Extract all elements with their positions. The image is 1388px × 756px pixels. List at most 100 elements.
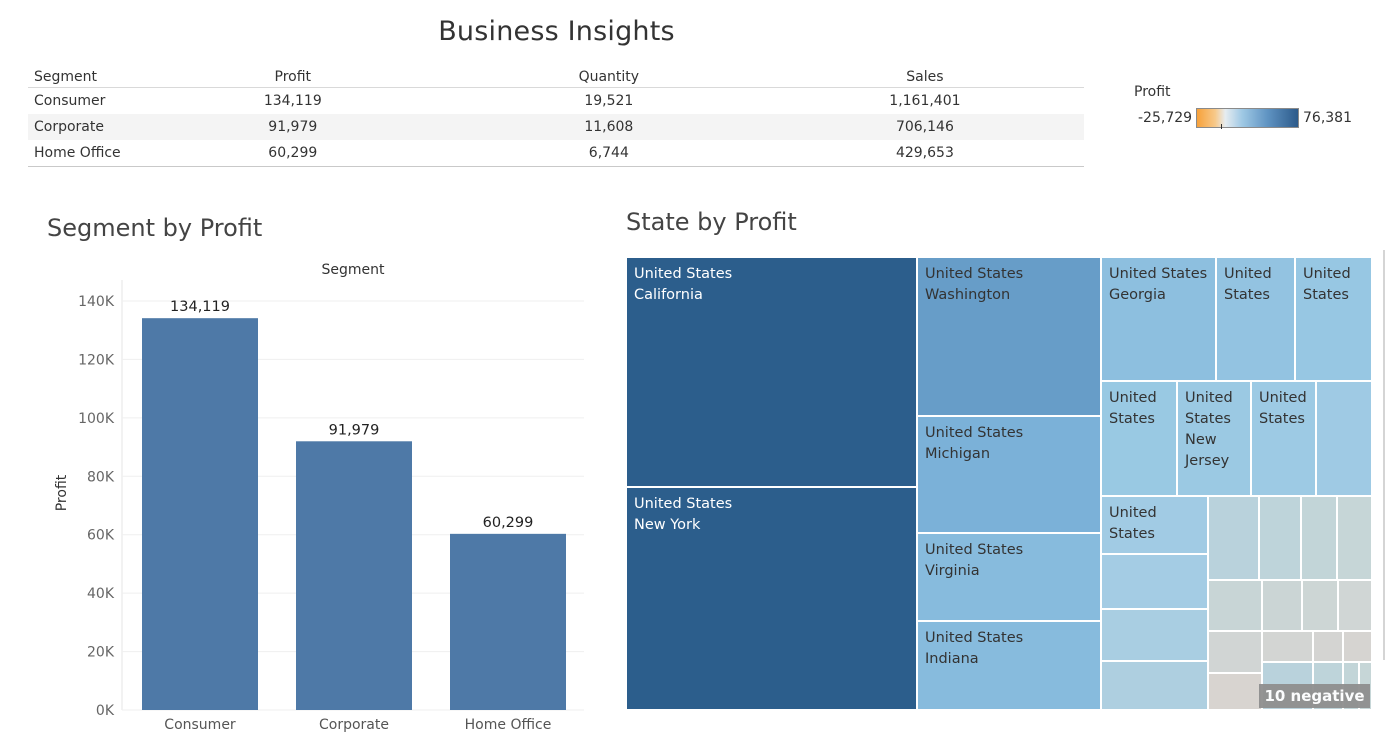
treemap-cell[interactable] — [1208, 580, 1262, 631]
x-tick-label: Consumer — [164, 717, 236, 733]
treemap-title: State by Profit — [626, 208, 797, 236]
treemap-cell-label: Virginia — [925, 563, 980, 579]
cell-sales: 1,161,401 — [889, 93, 961, 109]
treemap-cell[interactable] — [1208, 496, 1259, 580]
y-tick-label: 20K — [87, 645, 115, 661]
treemap-cell[interactable]: United States Virginia — [917, 533, 1101, 621]
treemap-cell-label: United States — [925, 542, 1024, 558]
x-tick-label: Corporate — [319, 717, 389, 733]
treemap-cell-label: United — [1224, 266, 1272, 282]
cell-segment: Consumer — [34, 93, 106, 109]
bar-value-label: 91,979 — [329, 422, 380, 438]
treemap-cell[interactable] — [1262, 580, 1302, 631]
header-spacer — [1024, 66, 1084, 88]
treemap-cell-label: United States — [925, 266, 1024, 282]
treemap-cell[interactable]: United States Georgia — [1101, 257, 1216, 381]
cell-sales: 706,146 — [825, 114, 1025, 140]
treemap-cell[interactable]: United States California — [626, 257, 917, 487]
treemap-cell[interactable] — [1262, 631, 1313, 662]
cell-segment: Home Office — [28, 140, 194, 167]
treemap-cell[interactable] — [1208, 631, 1262, 673]
summary-header-row: Segment Profit Quantity Sales — [28, 66, 1084, 88]
treemap-cell[interactable]: United States — [1251, 381, 1316, 496]
treemap-cell[interactable]: United States Michigan — [917, 416, 1101, 533]
treemap-cell-label: States — [1109, 526, 1155, 542]
header-sales[interactable]: Sales — [825, 66, 1025, 88]
y-tick-label: 0K — [96, 703, 115, 719]
header-profit[interactable]: Profit — [193, 66, 393, 88]
treemap-cell[interactable] — [1101, 609, 1208, 661]
treemap-cell[interactable]: United States — [1295, 257, 1372, 381]
legend-zero-tick — [1221, 124, 1222, 129]
treemap-cell-label: United States — [925, 630, 1024, 646]
cell-profit: 134,119 — [263, 93, 322, 109]
bar-chart-header: Segment — [322, 262, 386, 278]
bar-chart-title: Segment by Profit — [47, 214, 263, 242]
y-tick-label: 60K — [87, 528, 115, 544]
treemap-cell[interactable] — [1301, 496, 1337, 580]
treemap-cell-label: New York — [634, 517, 701, 533]
header-quantity[interactable]: Quantity — [392, 66, 826, 88]
cell-sales: 429,653 — [825, 140, 1025, 167]
treemap-cell[interactable] — [1338, 580, 1372, 631]
y-tick-label: 100K — [78, 411, 115, 427]
table-row[interactable]: Corporate 91,979 11,608 706,146 — [28, 114, 1084, 140]
treemap-cell[interactable] — [1208, 673, 1262, 710]
x-tick-label: Home Office — [465, 717, 552, 733]
panel-edge — [1383, 250, 1385, 660]
negative-values-badge[interactable]: 10 negative — [1259, 684, 1370, 708]
cell-quantity: 19,521 — [584, 93, 634, 109]
cell-quantity: 6,744 — [392, 140, 826, 167]
treemap-cell[interactable] — [1343, 631, 1372, 662]
treemap-cell-label: United States — [634, 496, 733, 512]
treemap-cell-label: California — [634, 287, 703, 303]
bar[interactable] — [450, 533, 566, 710]
treemap-cell[interactable]: United States Washington — [917, 257, 1101, 416]
treemap-cell-label: United — [1109, 390, 1157, 406]
bar[interactable] — [142, 318, 258, 710]
y-tick-label: 80K — [87, 469, 115, 485]
legend-min-label: -25,729 — [1138, 110, 1193, 126]
treemap-cell[interactable] — [1337, 496, 1372, 580]
treemap-cell[interactable]: United States New Jersey — [1177, 381, 1251, 496]
bar-value-label: 60,299 — [483, 515, 534, 531]
cell-spacer — [1024, 140, 1084, 167]
treemap-cell-label: United — [1259, 390, 1307, 406]
treemap-cell[interactable] — [1316, 381, 1372, 496]
y-tick-label: 140K — [78, 294, 115, 310]
table-row[interactable]: Home Office 60,299 6,744 429,653 — [28, 140, 1084, 167]
bar[interactable] — [296, 441, 412, 710]
treemap-cell-label: United States — [1109, 266, 1208, 282]
treemap-cell[interactable] — [1302, 580, 1338, 631]
treemap-cell-label: States — [1185, 411, 1231, 427]
treemap-cell-label: Michigan — [925, 446, 991, 462]
treemap-cell[interactable]: United States Indiana — [917, 621, 1101, 710]
treemap-cell[interactable] — [1313, 631, 1343, 662]
treemap-cell[interactable]: United States New York — [626, 487, 917, 710]
treemap-cell-label: Indiana — [925, 651, 979, 667]
cell-profit: 91,979 — [193, 114, 393, 140]
treemap-cell[interactable] — [1259, 496, 1301, 580]
treemap-cell[interactable]: United States — [1101, 496, 1208, 554]
cell-spacer — [1024, 114, 1084, 140]
treemap-cell-label: Jersey — [1185, 453, 1230, 469]
cell-spacer — [1024, 88, 1084, 115]
legend-max-label: 76,381 — [1303, 110, 1352, 126]
treemap-cell[interactable] — [1101, 554, 1208, 609]
treemap-cell-label: States — [1303, 287, 1349, 303]
treemap-cell-label: Washington — [925, 287, 1011, 303]
legend-title: Profit — [1134, 84, 1171, 100]
treemap-cell[interactable]: United States — [1216, 257, 1295, 381]
legend-color-ramp[interactable] — [1196, 108, 1299, 128]
header-segment[interactable]: Segment — [28, 66, 194, 88]
table-row[interactable]: Consumer 134,119 19,521 1,161,401 — [28, 88, 1084, 115]
treemap-cell[interactable] — [1101, 661, 1208, 710]
bar-value-label: 134,119 — [170, 299, 230, 315]
treemap-cell-label: United States — [634, 266, 733, 282]
treemap-cell[interactable]: United States — [1101, 381, 1177, 496]
y-tick-label: 120K — [78, 352, 115, 368]
treemap-cell-label: Georgia — [1109, 287, 1166, 303]
treemap-cell-label: States — [1259, 411, 1305, 427]
cell-profit: 60,299 — [193, 140, 393, 167]
treemap-cell-label: United States — [925, 425, 1024, 441]
